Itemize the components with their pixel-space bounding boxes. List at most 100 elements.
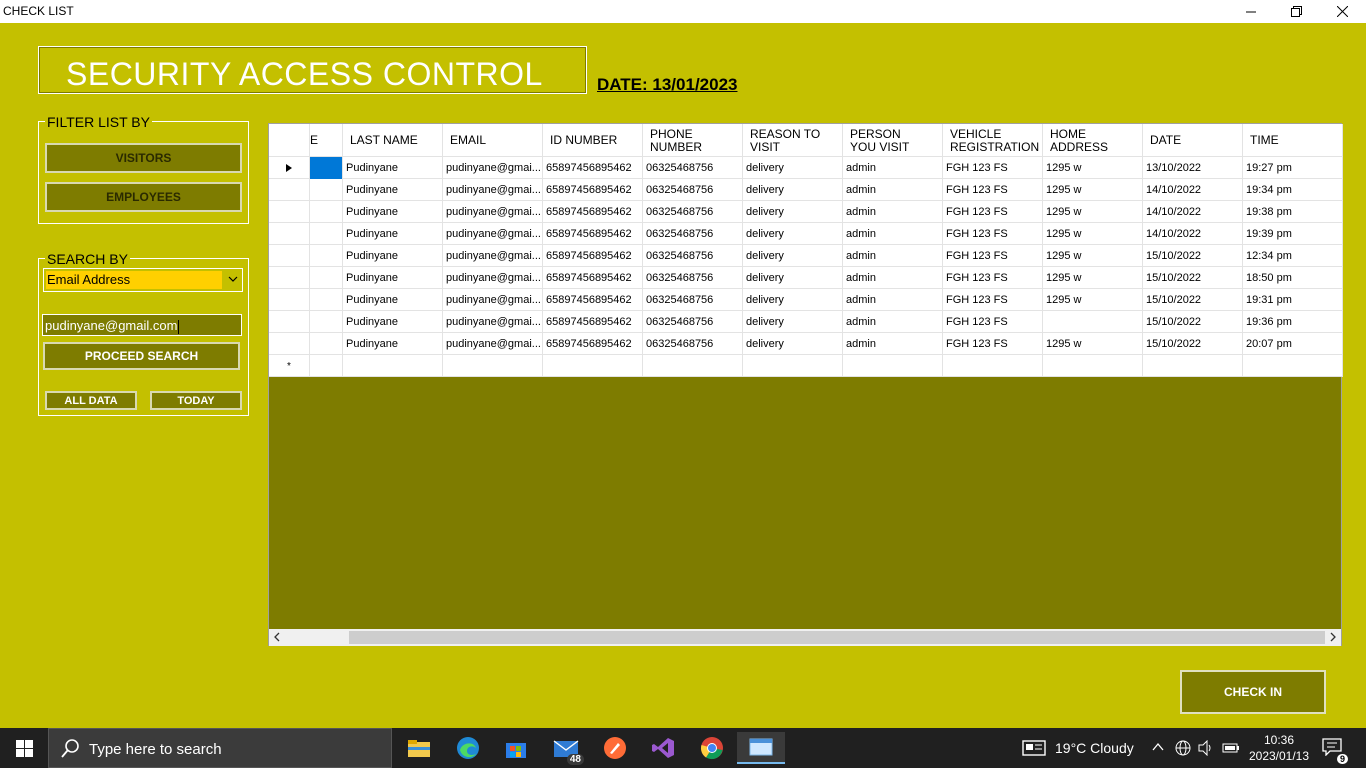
table-cell[interactable]: 1295 w	[1043, 223, 1143, 245]
table-cell[interactable]: FGH 123 FS	[943, 311, 1043, 333]
table-cell[interactable]: FGH 123 FS	[943, 267, 1043, 289]
scroll-right-icon[interactable]	[1329, 632, 1337, 642]
table-row[interactable]: Pudinyane pudinyane@gmai... 65897456895462…	[269, 179, 1343, 201]
column-header[interactable]: E	[310, 124, 343, 157]
visual-studio-icon[interactable]	[639, 732, 687, 764]
table-cell[interactable]: 06325468756	[643, 245, 743, 267]
column-header[interactable]: HOME ADDRESS	[1043, 124, 1143, 157]
table-cell[interactable]: FGH 123 FS	[943, 157, 1043, 179]
search-input[interactable]: pudinyane@gmail.com	[42, 314, 242, 336]
table-cell[interactable]: 15/10/2022	[1143, 311, 1243, 333]
table-cell[interactable]: delivery	[743, 223, 843, 245]
table-cell[interactable]	[1243, 355, 1343, 377]
table-cell[interactable]: Pudinyane	[343, 157, 443, 179]
scrollbar-thumb[interactable]	[349, 631, 1325, 644]
row-header[interactable]	[269, 223, 310, 245]
news-widget-icon[interactable]	[1022, 740, 1046, 756]
table-cell[interactable]: admin	[843, 157, 943, 179]
table-cell[interactable]: Pudinyane	[343, 333, 443, 355]
mail-icon[interactable]: 48	[542, 732, 590, 765]
table-cell[interactable]	[443, 355, 543, 377]
taskbar-search-box[interactable]: Type here to search	[48, 728, 392, 768]
table-cell[interactable]: pudinyane@gmai...	[443, 157, 543, 179]
table-cell[interactable]: 19:39 pm	[1243, 223, 1343, 245]
table-cell[interactable]: 12:34 pm	[1243, 245, 1343, 267]
column-header[interactable]: PHONE NUMBER	[643, 124, 743, 157]
table-cell[interactable]: pudinyane@gmai...	[443, 311, 543, 333]
column-header[interactable]: VEHICLE REGISTRATION	[943, 124, 1043, 157]
table-cell[interactable]: 65897456895462	[543, 179, 643, 201]
table-cell[interactable]: Pudinyane	[343, 245, 443, 267]
table-cell[interactable]: admin	[843, 333, 943, 355]
table-cell[interactable]: pudinyane@gmai...	[443, 179, 543, 201]
edge-browser-icon[interactable]	[444, 732, 492, 764]
table-cell[interactable]: 14/10/2022	[1143, 179, 1243, 201]
store-icon[interactable]	[492, 732, 540, 764]
table-cell[interactable]: 15/10/2022	[1143, 289, 1243, 311]
table-cell[interactable]: 14/10/2022	[1143, 201, 1243, 223]
table-cell[interactable]: 06325468756	[643, 311, 743, 333]
table-cell[interactable]: delivery	[743, 267, 843, 289]
table-cell[interactable]: 1295 w	[1043, 267, 1143, 289]
table-cell[interactable]: 65897456895462	[543, 267, 643, 289]
table-row[interactable]: Pudinyane pudinyane@gmai... 65897456895462…	[269, 333, 1343, 355]
table-cell[interactable]: 1295 w	[1043, 245, 1143, 267]
row-header[interactable]	[269, 201, 310, 223]
table-cell[interactable]	[543, 355, 643, 377]
table-cell[interactable]: Pudinyane	[343, 289, 443, 311]
all-data-button[interactable]: ALL DATA	[45, 391, 137, 410]
table-cell[interactable]: admin	[843, 201, 943, 223]
row-header[interactable]	[269, 245, 310, 267]
visitors-button[interactable]: VISITORS	[45, 143, 242, 173]
table-cell[interactable]: admin	[843, 179, 943, 201]
table-cell[interactable]: 65897456895462	[543, 157, 643, 179]
table-cell[interactable]: 19:27 pm	[1243, 157, 1343, 179]
table-cell[interactable]: 15/10/2022	[1143, 333, 1243, 355]
table-cell[interactable]: delivery	[743, 333, 843, 355]
network-globe-icon[interactable]	[1175, 740, 1191, 756]
table-cell[interactable]: admin	[843, 223, 943, 245]
table-cell[interactable]: 06325468756	[643, 157, 743, 179]
table-row[interactable]: Pudinyane pudinyane@gmai... 65897456895462…	[269, 245, 1343, 267]
table-cell[interactable]: 65897456895462	[543, 245, 643, 267]
table-row[interactable]: Pudinyane pudinyane@gmai... 65897456895462…	[269, 311, 1343, 333]
column-header[interactable]: REASON TO VISIT	[743, 124, 843, 157]
table-cell[interactable]: Pudinyane	[343, 179, 443, 201]
table-cell[interactable]	[310, 267, 343, 289]
table-cell[interactable]: admin	[843, 245, 943, 267]
table-cell[interactable]: admin	[843, 311, 943, 333]
table-cell[interactable]: 06325468756	[643, 267, 743, 289]
table-cell[interactable]	[310, 355, 343, 377]
grid-corner-header[interactable]	[269, 124, 310, 157]
table-cell[interactable]	[743, 355, 843, 377]
column-header[interactable]: LAST NAME	[343, 124, 443, 157]
table-row[interactable]: Pudinyane pudinyane@gmai... 65897456895462…	[269, 289, 1343, 311]
battery-icon[interactable]	[1222, 742, 1240, 754]
table-cell[interactable]: 06325468756	[643, 179, 743, 201]
table-row[interactable]: Pudinyane pudinyane@gmai... 65897456895462…	[269, 201, 1343, 223]
table-cell[interactable]: pudinyane@gmai...	[443, 289, 543, 311]
table-cell[interactable]: delivery	[743, 289, 843, 311]
table-cell[interactable]	[343, 355, 443, 377]
table-cell[interactable]: delivery	[743, 179, 843, 201]
start-button[interactable]	[0, 728, 48, 768]
table-cell[interactable]: 06325468756	[643, 333, 743, 355]
table-cell[interactable]: 65897456895462	[543, 223, 643, 245]
table-cell[interactable]: delivery	[743, 201, 843, 223]
table-cell[interactable]: FGH 123 FS	[943, 333, 1043, 355]
table-cell[interactable]: Pudinyane	[343, 201, 443, 223]
table-cell[interactable]	[310, 311, 343, 333]
table-cell[interactable]: 19:38 pm	[1243, 201, 1343, 223]
table-cell[interactable]	[1043, 355, 1143, 377]
table-cell[interactable]: 1295 w	[1043, 179, 1143, 201]
taskbar-clock[interactable]: 10:36 2023/01/13	[1240, 732, 1318, 764]
minimize-button[interactable]	[1228, 0, 1274, 23]
table-cell[interactable]: 65897456895462	[543, 201, 643, 223]
table-cell[interactable]: 18:50 pm	[1243, 267, 1343, 289]
table-cell[interactable]: Pudinyane	[343, 267, 443, 289]
table-cell[interactable]: FGH 123 FS	[943, 245, 1043, 267]
table-cell[interactable]: 1295 w	[1043, 157, 1143, 179]
table-cell[interactable]	[1143, 355, 1243, 377]
notification-center-button[interactable]: 9	[1322, 738, 1348, 764]
table-cell[interactable]	[843, 355, 943, 377]
